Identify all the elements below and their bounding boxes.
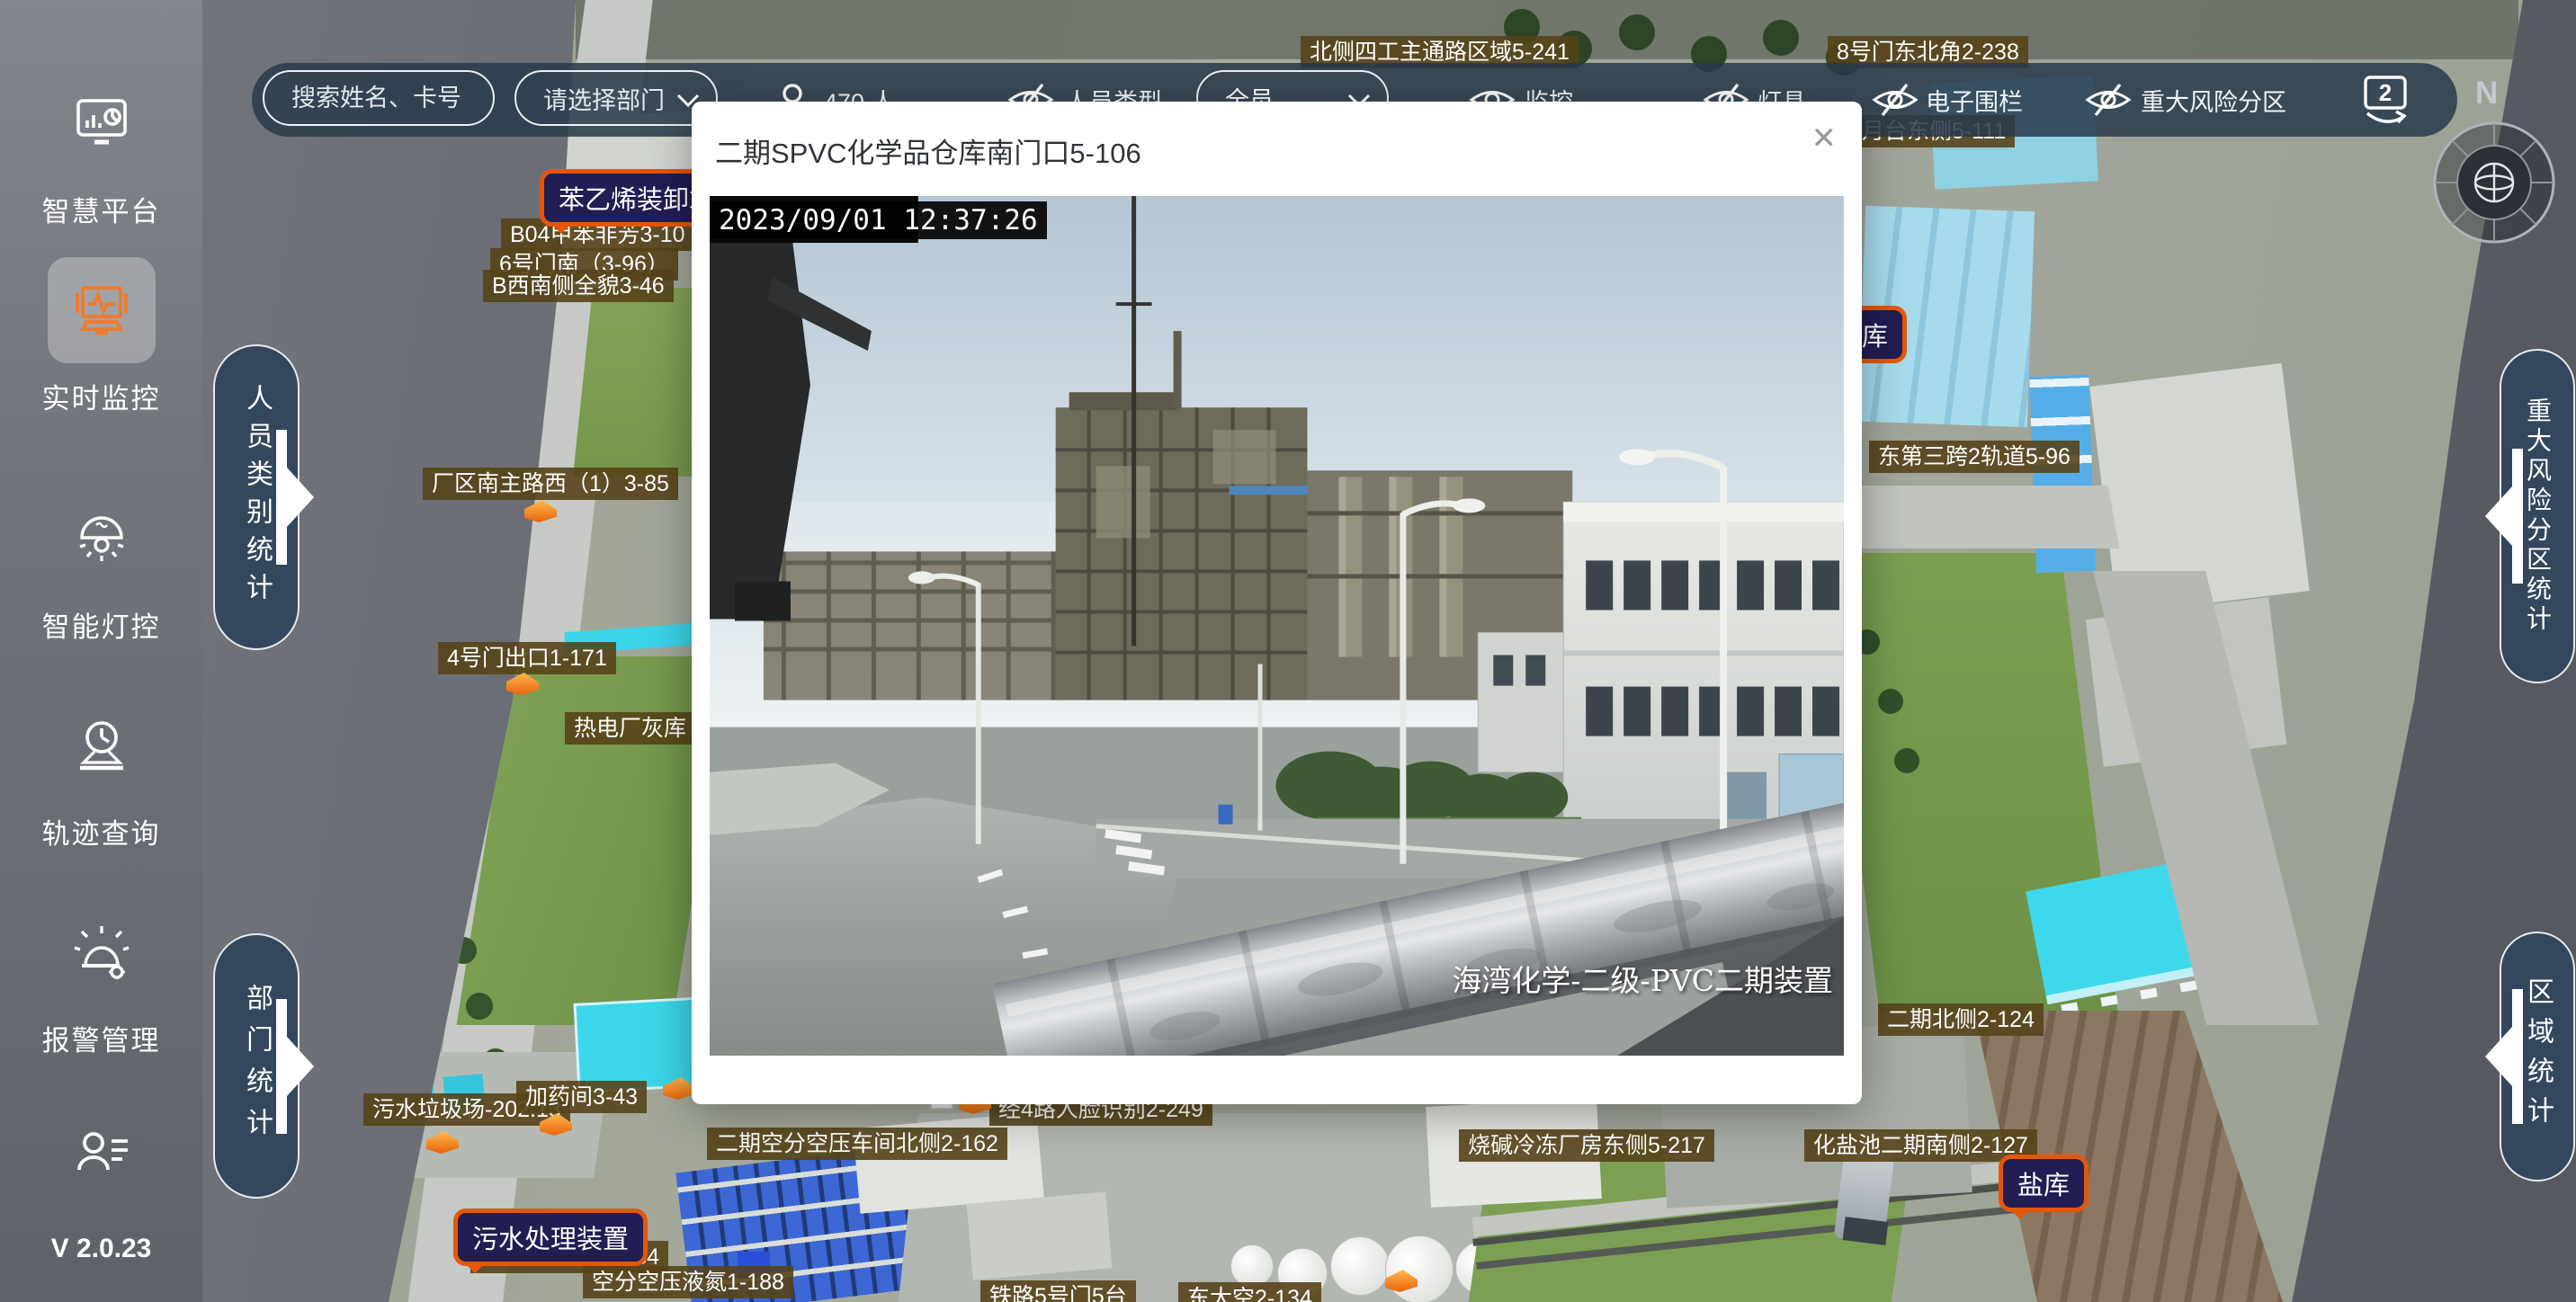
sidebar-item-smart-platform[interactable]: 智慧平台 bbox=[0, 70, 202, 229]
search-input[interactable] bbox=[263, 70, 495, 126]
sidebar-item-smart-lighting[interactable]: 智能灯控 bbox=[0, 486, 202, 645]
realtime-monitor-icon bbox=[48, 257, 156, 363]
sidebar-item-alarm-management[interactable]: 报警管理 bbox=[0, 899, 202, 1058]
map-camera-label[interactable]: 二期空分空压车间北侧2-162 bbox=[707, 1128, 1007, 1160]
map-camera-label[interactable]: 厂区南主路西（1）3-85 bbox=[423, 468, 678, 500]
sidebar-item-realtime-monitor[interactable]: 实时监控 bbox=[0, 257, 202, 416]
tab-person-category-stats[interactable]: 人员类别统计 bbox=[213, 344, 300, 650]
modal-title: 二期SPVC化学品仓库南门口5-106 bbox=[715, 130, 1141, 171]
sidebar-item-label: 轨迹查询 bbox=[0, 811, 202, 852]
eye-off-icon[interactable] bbox=[1870, 82, 1920, 118]
map-area-label[interactable]: 盐库 bbox=[1999, 1155, 2089, 1212]
map-area-label[interactable]: 污水处理装置 bbox=[453, 1208, 648, 1266]
map-camera-label[interactable]: 加药间3-43 bbox=[516, 1081, 647, 1113]
map-camera-label[interactable]: 东第三跨2轨道5-96 bbox=[1869, 441, 2080, 473]
tab-label: 人员类别统计 bbox=[237, 384, 276, 611]
map-camera-label[interactable]: B西南侧全貌3-46 bbox=[483, 270, 674, 302]
compass[interactable] bbox=[2427, 115, 2562, 250]
map-camera-label[interactable]: 烧碱冷冻厂房东侧5-217 bbox=[1459, 1129, 1714, 1162]
eye-off-icon[interactable] bbox=[2083, 82, 2133, 118]
department-select[interactable]: 请选择部门 bbox=[514, 70, 718, 126]
map-camera-label[interactable]: 4号门出口1-171 bbox=[438, 642, 616, 674]
user-list-icon bbox=[48, 1102, 156, 1208]
tab-label: 区域统计 bbox=[2518, 977, 2557, 1136]
expand-arrow-icon bbox=[276, 430, 316, 565]
camera-watermark: 海湾化学-二级-PVC二期装置 bbox=[1452, 957, 1833, 1000]
close-icon[interactable]: ✕ bbox=[1811, 123, 1838, 154]
sidebar-item-label: 智能灯控 bbox=[0, 604, 202, 645]
screen-switch-icon[interactable]: 2 bbox=[2357, 74, 2412, 126]
camera-icon[interactable] bbox=[663, 1077, 695, 1100]
camera-photo-art bbox=[710, 196, 1844, 1056]
department-select-value: 请选择部门 bbox=[543, 81, 665, 116]
map-camera-label[interactable]: 空分空压液氮1-188 bbox=[583, 1266, 793, 1298]
dashboard-monitor-icon bbox=[48, 70, 156, 176]
sidebar: 智慧平台 实时监控 bbox=[0, 0, 202, 1302]
tab-label: 重大风险分区统计 bbox=[2519, 397, 2555, 635]
tab-major-risk-zone-stats[interactable]: 重大风险分区统计 bbox=[2500, 349, 2575, 683]
tab-department-stats[interactable]: 部门统计 bbox=[213, 933, 300, 1199]
camera-timestamp: 2023/09/01 12:37:26 bbox=[710, 201, 1047, 239]
alarm-bell-icon bbox=[48, 899, 156, 1005]
sidebar-item-label: 智慧平台 bbox=[0, 189, 202, 229]
app-window: B04甲苯非芳3-106号门南（3-96）B西南侧全貌3-46厂区南主路西（1）… bbox=[0, 0, 2576, 1302]
tab-area-stats[interactable]: 区域统计 bbox=[2500, 932, 2575, 1182]
compass-north-label: N bbox=[2475, 76, 2498, 111]
toggle-risk-zone[interactable]: 重大风险分区 bbox=[2141, 63, 2286, 137]
map-camera-label[interactable]: 东大空2-134 bbox=[1178, 1282, 1321, 1302]
expand-arrow-icon bbox=[2483, 989, 2523, 1124]
expand-arrow-icon bbox=[2483, 449, 2523, 584]
map-camera-label[interactable]: 铁路5号门5台 bbox=[980, 1280, 1136, 1302]
expand-arrow-icon bbox=[276, 999, 316, 1134]
camera-photo: 2023/09/01 12:37:26 海湾化学-二级-PVC二期装置 bbox=[710, 196, 1844, 1056]
sidebar-item-label: 实时监控 bbox=[0, 376, 202, 416]
sidebar-item-track-query[interactable]: 轨迹查询 bbox=[0, 692, 202, 852]
smart-light-icon bbox=[48, 486, 156, 592]
track-query-icon bbox=[48, 692, 156, 798]
tab-label: 部门统计 bbox=[237, 984, 276, 1149]
screen-badge: 2 bbox=[2379, 79, 2392, 106]
camera-icon[interactable] bbox=[1385, 1270, 1418, 1292]
camera-icon[interactable] bbox=[506, 673, 539, 695]
toggle-e-fence[interactable]: 电子围栏 bbox=[1926, 63, 2023, 137]
map-camera-label[interactable]: 二期北侧2-124 bbox=[1878, 1003, 2044, 1036]
sidebar-item-label: 报警管理 bbox=[0, 1018, 202, 1058]
sidebar-item-user-list[interactable] bbox=[0, 1102, 202, 1208]
camera-icon[interactable] bbox=[426, 1131, 459, 1154]
camera-modal: 二期SPVC化学品仓库南门口5-106 ✕ bbox=[692, 102, 1862, 1104]
camera-icon[interactable] bbox=[524, 500, 557, 522]
app-version: V 2.0.23 bbox=[0, 1234, 202, 1264]
map-camera-label[interactable]: 热电厂灰库 bbox=[565, 712, 695, 745]
